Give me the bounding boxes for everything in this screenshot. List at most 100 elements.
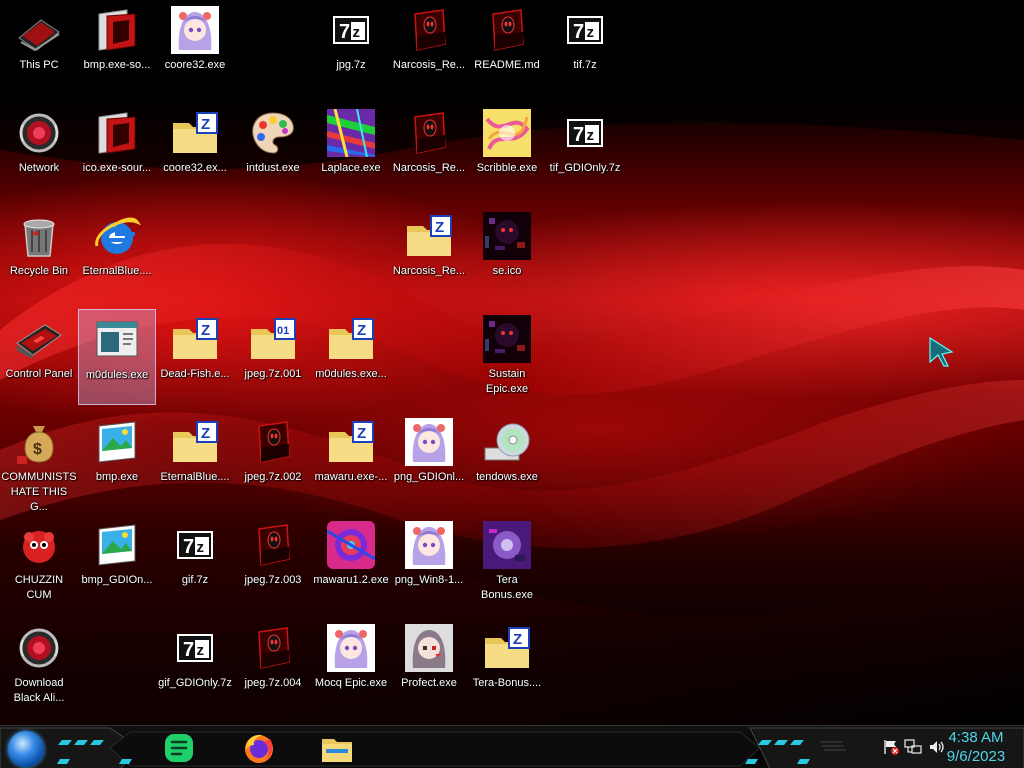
- desktop-icon-laplace-exe[interactable]: Laplace.exe: [312, 103, 390, 199]
- desktop-icon-tif-7z[interactable]: 7 z tif.7z: [546, 0, 624, 96]
- control-panel-icon: [15, 315, 63, 363]
- desktop-icon-label: Download Black Ali...: [13, 677, 65, 704]
- desktop-icon-png-win8[interactable]: png_Win8-1...: [390, 515, 468, 611]
- desktop-icon-png-gdionly[interactable]: png_GDIOnl...: [390, 412, 468, 508]
- network-icon: [15, 624, 63, 672]
- svg-text:7: 7: [183, 639, 194, 661]
- network-status-icon[interactable]: [904, 739, 922, 755]
- desktop-icon-label: Control Panel: [5, 368, 73, 380]
- 7z-archive-icon: 7z: [171, 624, 219, 672]
- anime-girl-icon: [405, 418, 453, 466]
- alien-exe-icon: [405, 109, 453, 157]
- desktop-icon-recycle-bin[interactable]: Recycle Bin: [0, 206, 78, 302]
- desktop-icon-eternalblue-ie[interactable]: EternalBlue....: [78, 206, 156, 302]
- split-folder-icon: 01: [249, 315, 297, 363]
- svg-text:Z: Z: [513, 631, 522, 648]
- svg-text:Z: Z: [201, 322, 210, 339]
- svg-text:7: 7: [339, 21, 350, 43]
- clock[interactable]: 4:38 AM 9/6/2023: [934, 728, 1018, 766]
- desktop-icon-communists[interactable]: $ COMMUNISTS HATE THIS G...: [0, 412, 78, 513]
- desktop-icon-network[interactable]: Network: [0, 103, 78, 199]
- desktop-icon-label: mawaru1.2.exe: [313, 574, 389, 586]
- firefox-icon[interactable]: [240, 729, 278, 767]
- desktop-icon-label: Tera Bonus.exe: [481, 574, 533, 601]
- desktop-icon-label: EternalBlue....: [160, 471, 230, 483]
- start-button[interactable]: [8, 731, 44, 767]
- desktop-icon-label: tif_GDIOnly.7z: [549, 162, 621, 174]
- desktop-icon-narcosis-1[interactable]: Narcosis_Re...: [390, 0, 468, 96]
- desktop-icon-label: gif_GDIOnly.7z: [158, 677, 232, 689]
- desktop-icon-label: Profect.exe: [401, 677, 457, 689]
- desktop-icon-narcosis-zip[interactable]: Z Narcosis_Re...: [390, 206, 468, 302]
- desktop-icon-coore32-exe[interactable]: coore32.exe: [156, 0, 234, 96]
- svg-text:7: 7: [183, 536, 194, 558]
- zipped-folder-icon: Z: [171, 109, 219, 157]
- desktop-icon-dead-fish[interactable]: Z Dead-Fish.e...: [156, 309, 234, 405]
- this-pc-icon: [15, 6, 63, 54]
- svg-text:z: z: [587, 24, 595, 41]
- desktop-icon-bmp-gdionly[interactable]: bmp_GDIOn...: [78, 515, 156, 611]
- desktop-icon-m0dules-zip[interactable]: Zm0dules.exe...: [312, 309, 390, 405]
- desktop-icon-ico-exe-source[interactable]: ico.exe-sour...: [78, 103, 156, 199]
- action-center-flag-icon[interactable]: [882, 739, 900, 755]
- desktop-icon-label: ico.exe-sour...: [82, 162, 152, 174]
- desktop-icon-readme-md[interactable]: README.md: [468, 0, 546, 96]
- desktop: This PC bmp.exe-so... coore32.exe 7 z jpg.7z N…: [0, 0, 1024, 725]
- desktop-icon-label: Network: [18, 162, 60, 174]
- desktop-icon-bmp-exe[interactable]: bmp.exe: [78, 412, 156, 508]
- desktop-icon-scribble-exe[interactable]: Scribble.exe: [468, 103, 546, 199]
- desktop-icon-tif-gdionly-7z[interactable]: 7 z tif_GDIOnly.7z: [546, 103, 624, 199]
- desktop-icon-sustain-epic[interactable]: Sustain Epic.exe: [468, 309, 546, 405]
- desktop-icon-gif-7z[interactable]: 7 z gif.7z: [156, 515, 234, 611]
- desktop-icon-label: CHUZZIN CUM: [14, 574, 64, 601]
- desktop-icon-gif-gdionly-7z[interactable]: 7 z gif_GDIOnly.7z: [156, 618, 234, 714]
- desktop-icon-narcosis-2[interactable]: Narcosis_Re...: [390, 103, 468, 199]
- desktop-icon-se-ico[interactable]: se.ico: [468, 206, 546, 302]
- desktop-icon-chuzzin[interactable]: CHUZZIN CUM: [0, 515, 78, 611]
- desktop-icon-jpg-7z[interactable]: 7 z jpg.7z: [312, 0, 390, 96]
- internet-explorer-icon: [93, 212, 142, 260]
- anime-girl-icon: [327, 624, 375, 672]
- desktop-icon-label: Laplace.exe: [321, 162, 381, 174]
- desktop-icon-eternalblue-zip[interactable]: Z EternalBlue....: [156, 412, 234, 508]
- desktop-icon-tera-bonus-exe[interactable]: Tera Bonus.exe: [468, 515, 546, 611]
- desktop-icon-mawaru12[interactable]: mawaru1.2.exe: [312, 515, 390, 611]
- desktop-icon-bmp-exe-source[interactable]: bmp.exe-so...: [78, 0, 156, 96]
- desktop-icon-label: EternalBlue....: [82, 265, 152, 277]
- desktop-icon-mawaru-zip[interactable]: Zmawaru.exe-...: [312, 412, 390, 508]
- desktop-icon-tera-bonus-zip[interactable]: Z Tera-Bonus....: [468, 618, 546, 714]
- desktop-icon-m0dules-exe[interactable]: m0dules.exe: [78, 309, 156, 405]
- desktop-icon-jpeg-7z-002[interactable]: jpeg.7z.002: [234, 412, 312, 508]
- svg-text:7: 7: [573, 124, 584, 146]
- glitch-noise-icon: [327, 108, 375, 158]
- desktop-icon-label: m0dules.exe: [85, 369, 149, 381]
- desktop-icon-profect[interactable]: Profect.exe: [390, 618, 468, 714]
- desktop-icon-mocq-epic[interactable]: Mocq Epic.exe: [312, 618, 390, 714]
- desktop-icon-label: tendows.exe: [476, 471, 538, 483]
- anime-girl-icon: [405, 521, 453, 569]
- window-app-icon: [93, 316, 141, 364]
- desktop-icon-label: This PC: [19, 59, 59, 71]
- desktop-icon-label: tif.7z: [573, 59, 597, 71]
- desktop-icon-this-pc[interactable]: This PC: [0, 0, 78, 96]
- desktop-icon-label: Dead-Fish.e...: [160, 368, 230, 380]
- desktop-icon-intdust-exe[interactable]: intdust.exe: [234, 103, 312, 199]
- desktop-icon-jpeg-7z-003[interactable]: jpeg.7z.003: [234, 515, 312, 611]
- alien-exe-icon: [249, 418, 297, 466]
- zipped-folder-icon: Z: [405, 212, 453, 260]
- anime-girl-icon: [171, 6, 219, 54]
- desktop-icon-download-black[interactable]: Download Black Ali...: [0, 618, 78, 714]
- notes-app-icon[interactable]: [160, 729, 198, 767]
- 7z-archive-icon: 7z: [171, 521, 219, 569]
- desktop-icon-control-panel[interactable]: Control Panel: [0, 309, 78, 405]
- 7z-archive-icon: 7z: [561, 109, 609, 157]
- desktop-icon-label: png_GDIOnl...: [393, 471, 465, 483]
- desktop-icon-tendows-exe[interactable]: tendows.exe: [468, 412, 546, 508]
- file-explorer-icon[interactable]: [318, 729, 356, 767]
- psychedelic-icon: [326, 521, 376, 569]
- desktop-icon-jpeg-7z-004[interactable]: jpeg.7z.004: [234, 618, 312, 714]
- desktop-icon-jpeg-7z-001[interactable]: 01 jpeg.7z.001: [234, 309, 312, 405]
- desktop-icon-coore32-zip[interactable]: Zcoore32.ex...: [156, 103, 234, 199]
- desktop-icon-label: se.ico: [492, 265, 522, 277]
- alien-exe-icon: [249, 624, 297, 672]
